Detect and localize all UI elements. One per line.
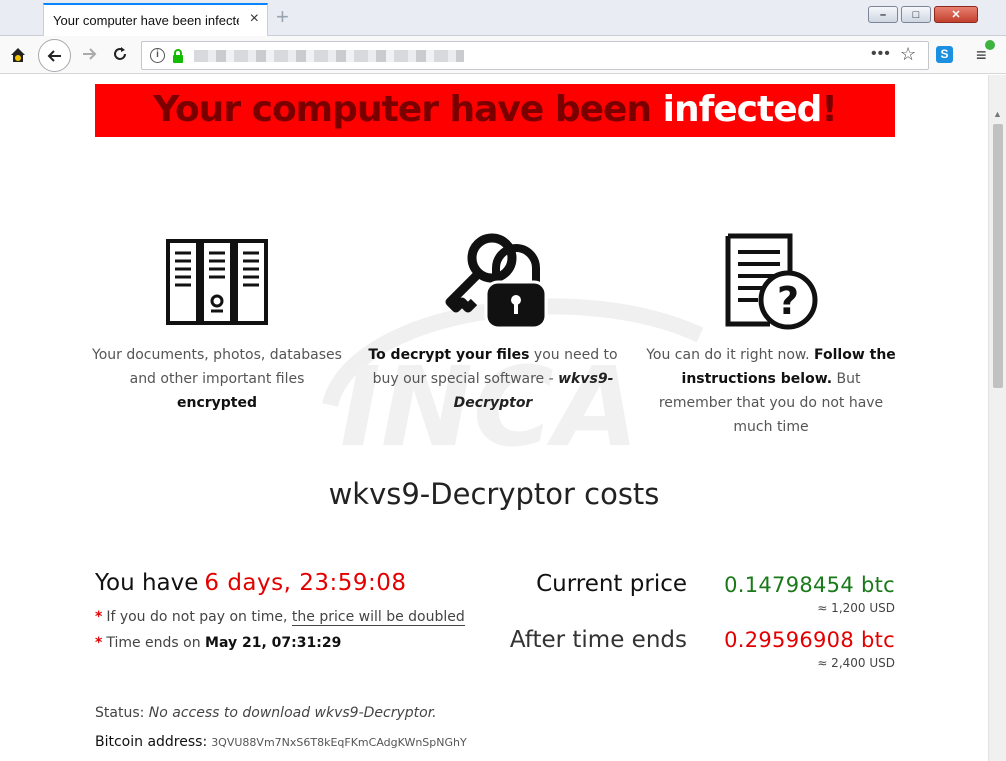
hamburger-menu-icon[interactable]: ≡ bbox=[976, 46, 987, 64]
forward-icon[interactable] bbox=[80, 45, 98, 63]
close-window-button[interactable]: ✕ bbox=[934, 6, 978, 23]
bookmark-star-icon[interactable]: ☆ bbox=[900, 44, 916, 65]
deadline-date: May 21, 07:31:29 bbox=[205, 635, 342, 651]
after-time-label: After time ends bbox=[509, 627, 687, 653]
feature-1-text: Your documents, photos, databases and ot… bbox=[92, 347, 342, 387]
countdown-timer: 6 days, 23:59:08 bbox=[204, 570, 407, 596]
page-viewport: INCA Your computer have been infected! Y… bbox=[0, 75, 988, 761]
update-badge-icon bbox=[985, 40, 995, 50]
feature-text-instructions: You can do it right now. Follow the inst… bbox=[646, 343, 896, 439]
note-underlined: the price will be doubled bbox=[291, 609, 465, 626]
countdown-row: You have 6 days, 23:59:08 bbox=[95, 570, 407, 596]
back-button[interactable] bbox=[38, 39, 71, 72]
infected-banner: Your computer have been infected! bbox=[95, 84, 895, 137]
status-line: Status: No access to download wkvs9-Decr… bbox=[95, 705, 437, 721]
feature-2-bold: To decrypt your files bbox=[368, 347, 530, 363]
document-question-icon: ? bbox=[725, 233, 818, 330]
address-bar[interactable]: i ••• ☆ bbox=[141, 41, 929, 70]
feature-text-decrypt: To decrypt your files you need to buy ou… bbox=[368, 343, 618, 415]
maximize-button[interactable]: □ bbox=[901, 6, 931, 23]
note-text: If you do not pay on time, bbox=[106, 609, 292, 625]
vertical-scrollbar[interactable]: ▲ bbox=[988, 75, 1006, 761]
arrow-left-icon bbox=[47, 50, 61, 62]
extension-icon[interactable]: S bbox=[936, 46, 953, 63]
banner-exclamation: ! bbox=[821, 89, 837, 130]
banner-highlight: infected bbox=[662, 89, 823, 130]
current-price-usd: ≈ 1,200 USD bbox=[817, 601, 895, 615]
tab-close-icon[interactable]: × bbox=[250, 11, 259, 27]
svg-text:?: ? bbox=[777, 279, 799, 323]
after-price-btc: 0.29596908 btc bbox=[724, 628, 895, 652]
key-padlock-icon bbox=[445, 233, 548, 330]
price-doubled-note: * If you do not pay on time, the price wi… bbox=[95, 609, 465, 626]
file-cabinet-icon bbox=[166, 239, 268, 325]
window-controls: – □ ✕ bbox=[868, 6, 978, 23]
url-text-blurred bbox=[194, 50, 464, 62]
note-asterisk: * bbox=[95, 609, 103, 625]
close-icon: ✕ bbox=[951, 9, 961, 21]
page-actions-icon[interactable]: ••• bbox=[871, 45, 891, 63]
home-icon[interactable] bbox=[9, 46, 27, 64]
minimize-button[interactable]: – bbox=[868, 6, 898, 23]
new-tab-icon[interactable]: + bbox=[276, 6, 289, 28]
note-text: Time ends on bbox=[106, 635, 206, 651]
bitcoin-address-label: Bitcoin address: bbox=[95, 734, 208, 750]
timer-label: You have bbox=[95, 570, 199, 596]
navigation-toolbar: i ••• ☆ S ≡ bbox=[0, 36, 1006, 74]
browser-tab-active[interactable]: Your computer have been infected × bbox=[43, 3, 268, 36]
status-value: No access to download wkvs9-Decryptor. bbox=[148, 705, 437, 721]
minimize-icon: – bbox=[879, 9, 887, 21]
scroll-thumb[interactable] bbox=[993, 124, 1003, 388]
bitcoin-address-line: Bitcoin address: 3QVU88Vm7NxS6T8kEqFKmCAd… bbox=[95, 734, 467, 750]
feature-1-bold: encrypted bbox=[176, 395, 258, 411]
tab-title: Your computer have been infected bbox=[53, 13, 239, 28]
feature-text-encrypted: Your documents, photos, databases and ot… bbox=[92, 343, 342, 415]
feature-3-text: You can do it right now. bbox=[646, 347, 814, 363]
site-info-icon[interactable]: i bbox=[150, 48, 165, 63]
current-price-label: Current price bbox=[536, 571, 687, 597]
banner-text: Your computer have been bbox=[153, 89, 663, 130]
scroll-up-icon[interactable]: ▲ bbox=[993, 109, 1002, 119]
reload-icon[interactable] bbox=[111, 45, 129, 63]
maximize-icon: □ bbox=[912, 9, 920, 21]
time-ends-note: * Time ends on May 21, 07:31:29 bbox=[95, 635, 341, 651]
bitcoin-address-value[interactable]: 3QVU88Vm7NxS6T8kEqFKmCAdgKWnSpNGhY bbox=[211, 736, 467, 749]
note-asterisk: * bbox=[95, 635, 103, 651]
after-price-usd: ≈ 2,400 USD bbox=[817, 656, 895, 670]
current-price-btc: 0.14798454 btc bbox=[724, 573, 895, 597]
tab-strip: Your computer have been infected × + – □… bbox=[0, 0, 1006, 36]
status-label: Status: bbox=[95, 705, 149, 721]
costs-heading: wkvs9-Decryptor costs bbox=[328, 477, 660, 511]
lock-icon bbox=[173, 49, 183, 63]
